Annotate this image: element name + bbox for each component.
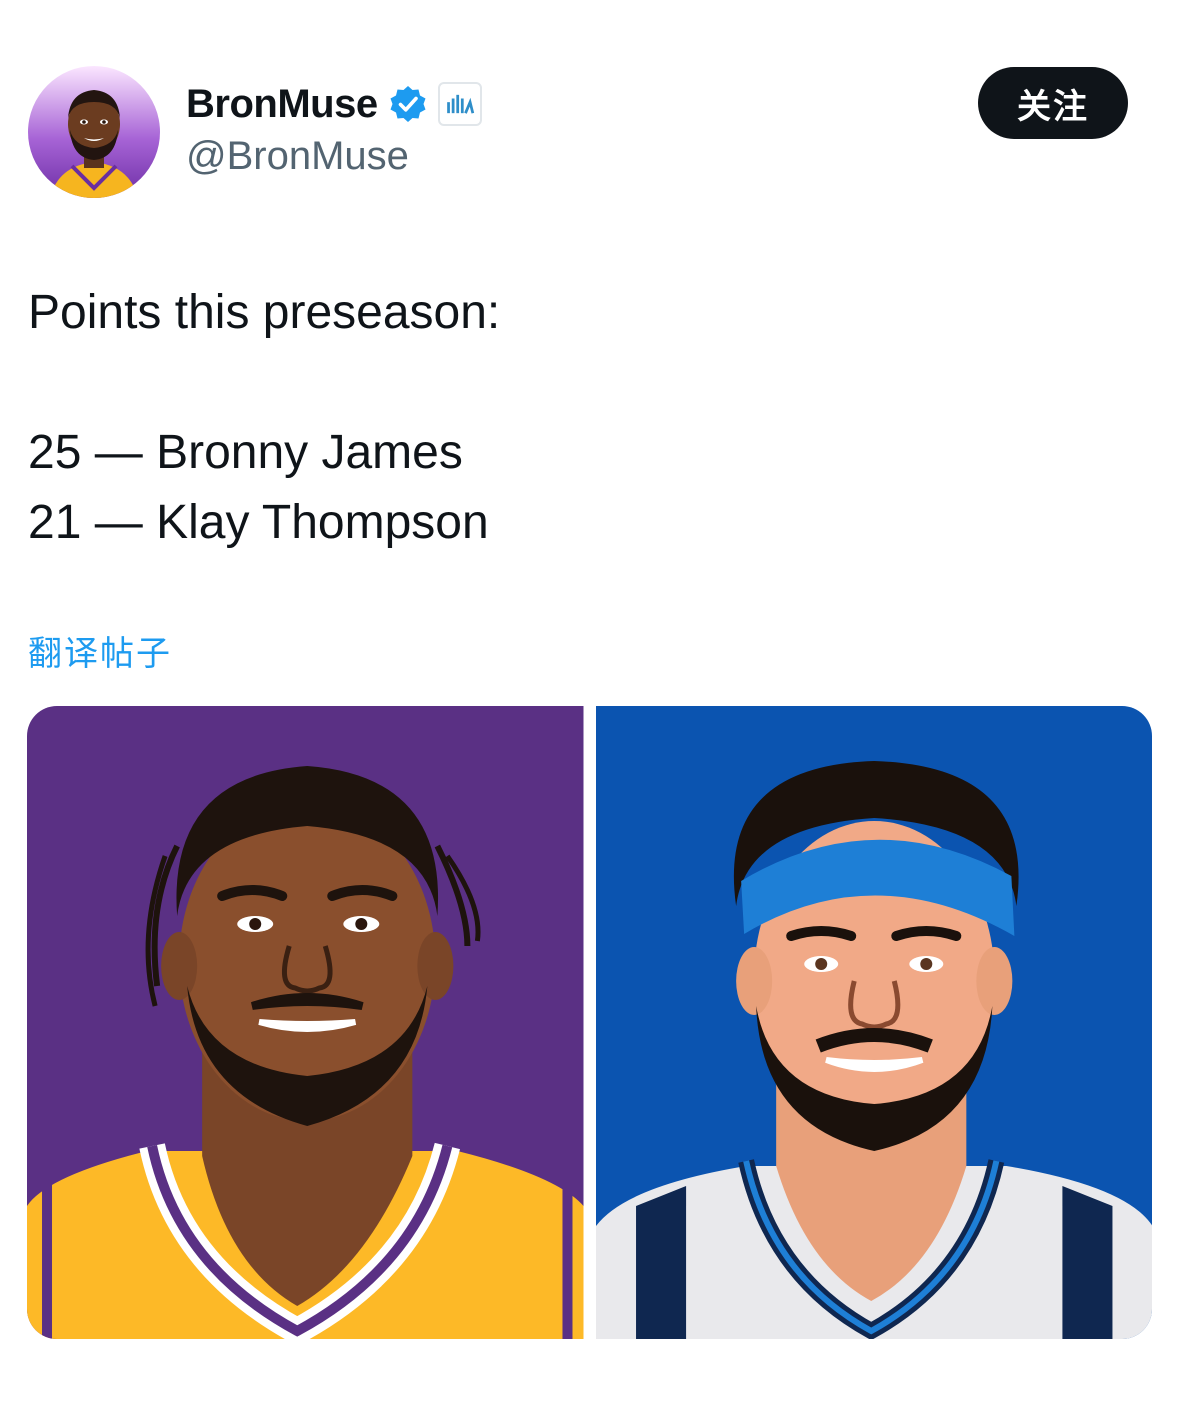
tweet-line: 21 — Klay Thompson: [28, 496, 489, 549]
klay-thompson-illustration: [595, 706, 1152, 1339]
media-grid: [27, 706, 1152, 1339]
tweet-line: 25 — Bronny James: [28, 426, 463, 479]
author-display-name[interactable]: BronMuse: [186, 82, 378, 127]
author-avatar[interactable]: [28, 66, 160, 198]
affiliate-badge-icon[interactable]: [437, 82, 482, 126]
follow-button[interactable]: 关注: [978, 67, 1128, 139]
lebron-avatar-icon: [28, 66, 160, 198]
tweet-line: Points this preseason:: [28, 286, 501, 339]
media-image-right[interactable]: [595, 706, 1152, 1339]
media-image-left[interactable]: [27, 706, 584, 1339]
tweet-line: [28, 348, 1148, 418]
author-name-row: BronMuse: [186, 80, 482, 128]
tweet-text: Points this preseason: 25 — Bronny James…: [28, 278, 1148, 558]
bronny-james-illustration: [27, 706, 584, 1339]
translate-post-link[interactable]: 翻译帖子: [28, 626, 172, 675]
author-handle[interactable]: @BronMuse: [186, 134, 409, 179]
verified-badge-icon: [388, 84, 428, 124]
